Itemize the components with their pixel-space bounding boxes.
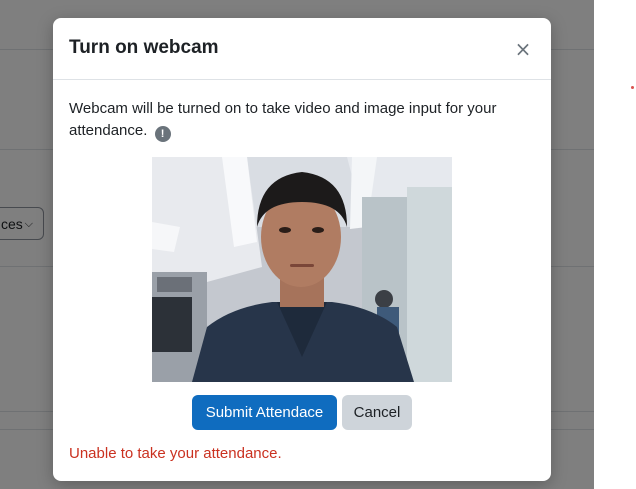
page-right-margin: [594, 0, 636, 489]
error-message: Unable to take your attendance.: [69, 445, 282, 462]
submit-attendance-button[interactable]: Submit Attendace: [192, 395, 337, 430]
modal-message: Webcam will be turned on to take video a…: [69, 98, 529, 142]
red-dot-indicator: [631, 86, 634, 89]
info-icon[interactable]: !: [154, 126, 171, 142]
message-text: Webcam will be turned on to take video a…: [69, 100, 497, 139]
webcam-modal: Turn on webcam × Webcam will be turned o…: [53, 18, 551, 481]
modal-header: Turn on webcam ×: [53, 18, 551, 80]
webcam-preview: [152, 157, 452, 382]
modal-title: Turn on webcam: [69, 37, 219, 58]
close-button[interactable]: ×: [513, 38, 533, 60]
cancel-button[interactable]: Cancel: [342, 395, 412, 430]
webcam-image: [152, 157, 452, 382]
